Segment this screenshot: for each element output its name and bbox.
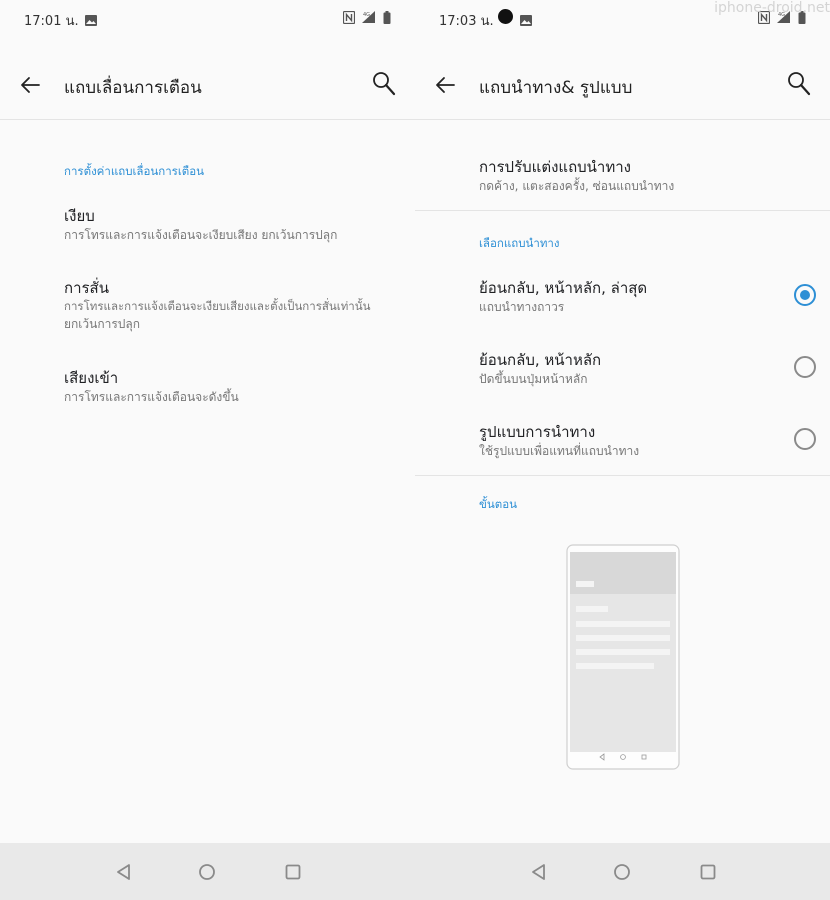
- divider: [0, 119, 415, 120]
- item-title: เสียงเข้า: [64, 369, 119, 387]
- recents-square-icon[interactable]: [282, 861, 304, 883]
- right-screen: 17:03 น. 4G แถบนำทาง& รูปแบบ การปรับแต่ง…: [415, 0, 830, 843]
- status-bar: 17:01 น. 4G: [0, 0, 415, 36]
- item-summary: กดค้าง, แตะสองครั้ง, ซ่อนแถบนำทาง: [479, 179, 675, 193]
- system-nav-bar: [0, 843, 830, 900]
- divider: [415, 210, 830, 211]
- recents-square-icon[interactable]: [697, 861, 719, 883]
- svg-text:4G: 4G: [363, 12, 370, 18]
- status-time: 17:01 น.: [24, 14, 79, 29]
- item-title: การปรับแต่งแถบนำทาง: [479, 158, 631, 176]
- divider: [415, 119, 830, 120]
- option-summary: ใช้รูปแบบเพื่อแทนที่แถบนำทาง: [479, 444, 640, 458]
- watermark: iphone-droid.net: [714, 0, 830, 16]
- section-label: ขั้นตอน: [479, 497, 517, 511]
- status-time: 17:03 น.: [439, 14, 494, 29]
- app-bar: แถบเลื่อนการเตือน: [0, 58, 415, 114]
- phone-illustration: [566, 544, 680, 770]
- record-dot-icon: [498, 9, 513, 28]
- back-arrow-icon[interactable]: [431, 70, 461, 100]
- search-icon[interactable]: [371, 70, 397, 98]
- back-triangle-icon[interactable]: [113, 861, 135, 883]
- left-screen: 17:01 น. 4G แถบเลื่อนการเตือน การตั้งค่า…: [0, 0, 415, 843]
- radio-button[interactable]: [794, 428, 816, 450]
- back-arrow-icon[interactable]: [16, 70, 46, 100]
- search-icon[interactable]: [786, 70, 812, 98]
- 4g-signal-icon: 4G: [361, 9, 377, 28]
- item-title: เงียบ: [64, 207, 95, 225]
- image-icon: [85, 11, 97, 30]
- section-label: เลือกแถบนำทาง: [479, 236, 560, 250]
- item-summary: การโทรและการแจ้งเตือนจะดังขึ้น: [64, 390, 239, 404]
- back-triangle-icon[interactable]: [528, 861, 550, 883]
- item-summary-line2: ยกเว้นการปลุก: [64, 317, 141, 331]
- option-title: ย้อนกลับ, หน้าหลัก: [479, 351, 602, 369]
- home-circle-icon[interactable]: [196, 861, 218, 883]
- app-bar: แถบนำทาง& รูปแบบ: [415, 58, 830, 114]
- radio-button-selected[interactable]: [794, 284, 816, 306]
- page-title: แถบเลื่อนการเตือน: [64, 78, 202, 98]
- option-title: ย้อนกลับ, หน้าหลัก, ล่าสุด: [479, 279, 648, 297]
- item-summary: การโทรและการแจ้งเตือนจะเงียบเสียง ยกเว้น…: [64, 228, 338, 242]
- option-summary: ปัดขึ้นบนปุ่มหน้าหลัก: [479, 372, 588, 386]
- item-summary-line1: การโทรและการแจ้งเตือนจะเงียบเสียงและตั้ง…: [64, 299, 371, 313]
- battery-icon: [383, 9, 391, 28]
- section-label: การตั้งค่าแถบเลื่อนการเตือน: [64, 164, 205, 178]
- divider: [415, 475, 830, 476]
- nfc-icon: [342, 9, 356, 28]
- radio-button[interactable]: [794, 356, 816, 378]
- option-summary: แถบนำทางถาวร: [479, 300, 565, 314]
- page-title: แถบนำทาง& รูปแบบ: [479, 78, 633, 98]
- image-icon: [520, 11, 532, 30]
- home-circle-icon[interactable]: [611, 861, 633, 883]
- option-title: รูปแบบการนำทาง: [479, 423, 596, 441]
